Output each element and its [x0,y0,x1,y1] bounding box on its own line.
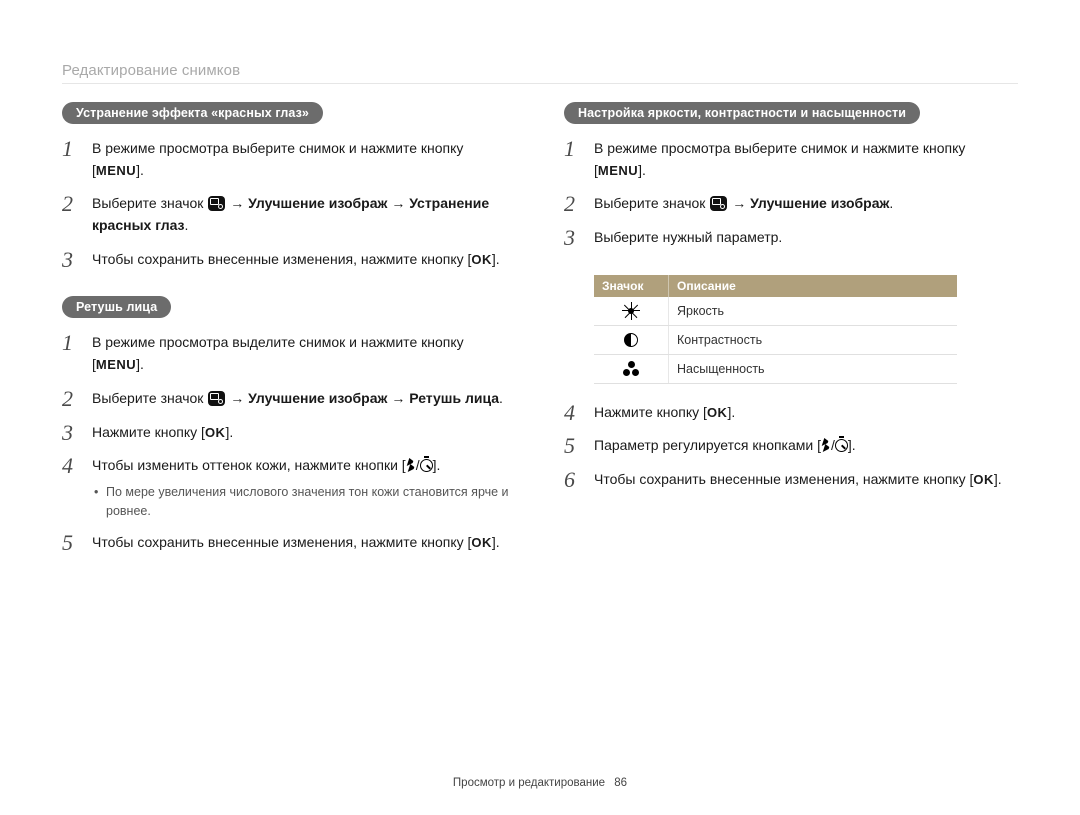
bold-text: Улучшение изображ [244,390,391,406]
heading-face-retouch: Ретушь лица [62,296,171,318]
edit-tools-icon [710,196,727,211]
contrast-icon [622,331,640,349]
footer: Просмотр и редактирование 86 [0,777,1080,789]
edit-tools-icon [208,196,225,211]
table-row: Контрастность [594,325,957,354]
bold-text: Улучшение изображ [244,195,391,211]
steps-bcs-b: Нажмите кнопку [OK].Параметр регулируетс… [564,398,1018,499]
steps-bcs-a: В режиме просмотра выберите снимок и наж… [564,134,1018,257]
timer-icon [420,459,433,472]
cell-desc: Насыщенность [669,354,958,383]
step-item: В режиме просмотра выберите снимок и наж… [62,134,516,189]
ok-label: OK [205,425,226,440]
bold-text: Улучшение изображ [746,195,889,211]
step-item: Чтобы сохранить внесенные изменения, наж… [62,245,516,279]
menu-label: MENU [96,357,136,372]
step-item: Нажмите кнопку [OK]. [62,418,516,452]
brightness-icon [622,302,640,320]
heading-redeye: Устранение эффекта «красных глаз» [62,102,323,124]
page-number: 86 [614,777,627,789]
footer-text: Просмотр и редактирование [453,777,605,789]
heading-brightness-contrast: Настройка яркости, контрастности и насыщ… [564,102,920,124]
cell-icon [594,325,669,354]
cell-icon [594,354,669,383]
th-desc: Описание [669,275,958,297]
step-item: Выберите значок → Улучшение изображ → Ре… [62,384,516,418]
saturation-icon [622,360,640,378]
left-column: Устранение эффекта «красных глаз» В режи… [62,102,516,580]
right-column: Настройка яркости, контрастности и насыщ… [564,102,1018,580]
step-item: Выберите значок → Улучшение изображ → Ус… [62,189,516,244]
step-item: Нажмите кнопку [OK]. [564,398,1018,432]
flash-icon [406,458,416,472]
table-row: Насыщенность [594,354,957,383]
ok-label: OK [471,535,492,550]
flash-icon [821,438,831,452]
cell-desc: Контрастность [669,325,958,354]
sub-bullet-item: По мере увеличения числового значения то… [92,483,516,521]
menu-label: MENU [96,163,136,178]
step-item: Чтобы сохранить внесенные изменения, наж… [62,528,516,562]
table-row: Яркость [594,297,957,326]
cell-desc: Яркость [669,297,958,326]
page: Редактирование снимков Устранение эффект… [0,0,1080,815]
columns: Устранение эффекта «красных глаз» В режи… [62,102,1018,580]
steps-redeye: В режиме просмотра выберите снимок и наж… [62,134,516,278]
ok-label: OK [973,472,994,487]
step-item: В режиме просмотра выберите снимок и наж… [564,134,1018,189]
menu-label: MENU [598,163,638,178]
step-item: В режиме просмотра выделите снимок и наж… [62,328,516,383]
cell-icon [594,297,669,326]
step-item: Чтобы изменить оттенок кожи, нажмите кно… [62,451,516,528]
ok-label: OK [471,252,492,267]
sub-bullet: По мере увеличения числового значения то… [92,483,516,521]
timer-icon [835,439,848,452]
step-item: Чтобы сохранить внесенные изменения, наж… [564,465,1018,499]
steps-face-retouch: В режиме просмотра выделите снимок и наж… [62,328,516,562]
edit-tools-icon [208,391,225,406]
bold-text: Ретушь лица [405,390,499,406]
divider [62,83,1018,84]
section-title: Редактирование снимков [62,62,1018,79]
th-icon: Значок [594,275,669,297]
ok-label: OK [707,405,728,420]
step-item: Выберите значок → Улучшение изображ. [564,189,1018,223]
step-item: Выберите нужный параметр. [564,223,1018,257]
icon-description-table: Значок Описание ЯркостьКонтрастностьНасы… [594,275,957,384]
step-item: Параметр регулируется кнопками [/]. [564,431,1018,465]
